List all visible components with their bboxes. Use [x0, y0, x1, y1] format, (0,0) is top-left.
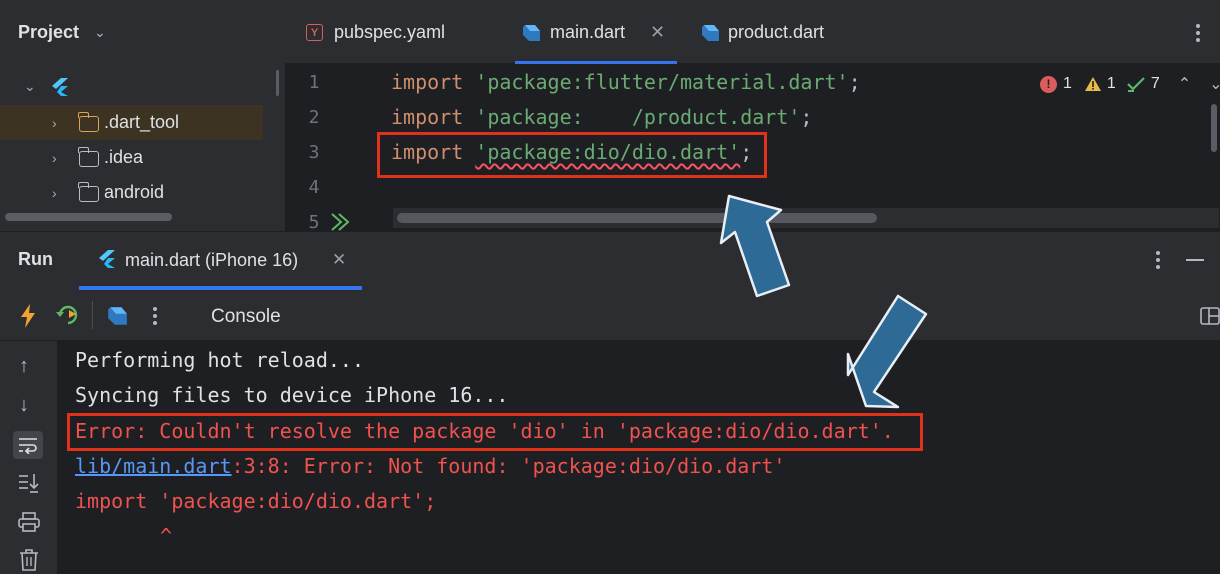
annotation-arrow-down: [846, 294, 928, 409]
annotation-arrows: [719, 194, 928, 409]
annotation-arrow-up: [719, 194, 791, 298]
